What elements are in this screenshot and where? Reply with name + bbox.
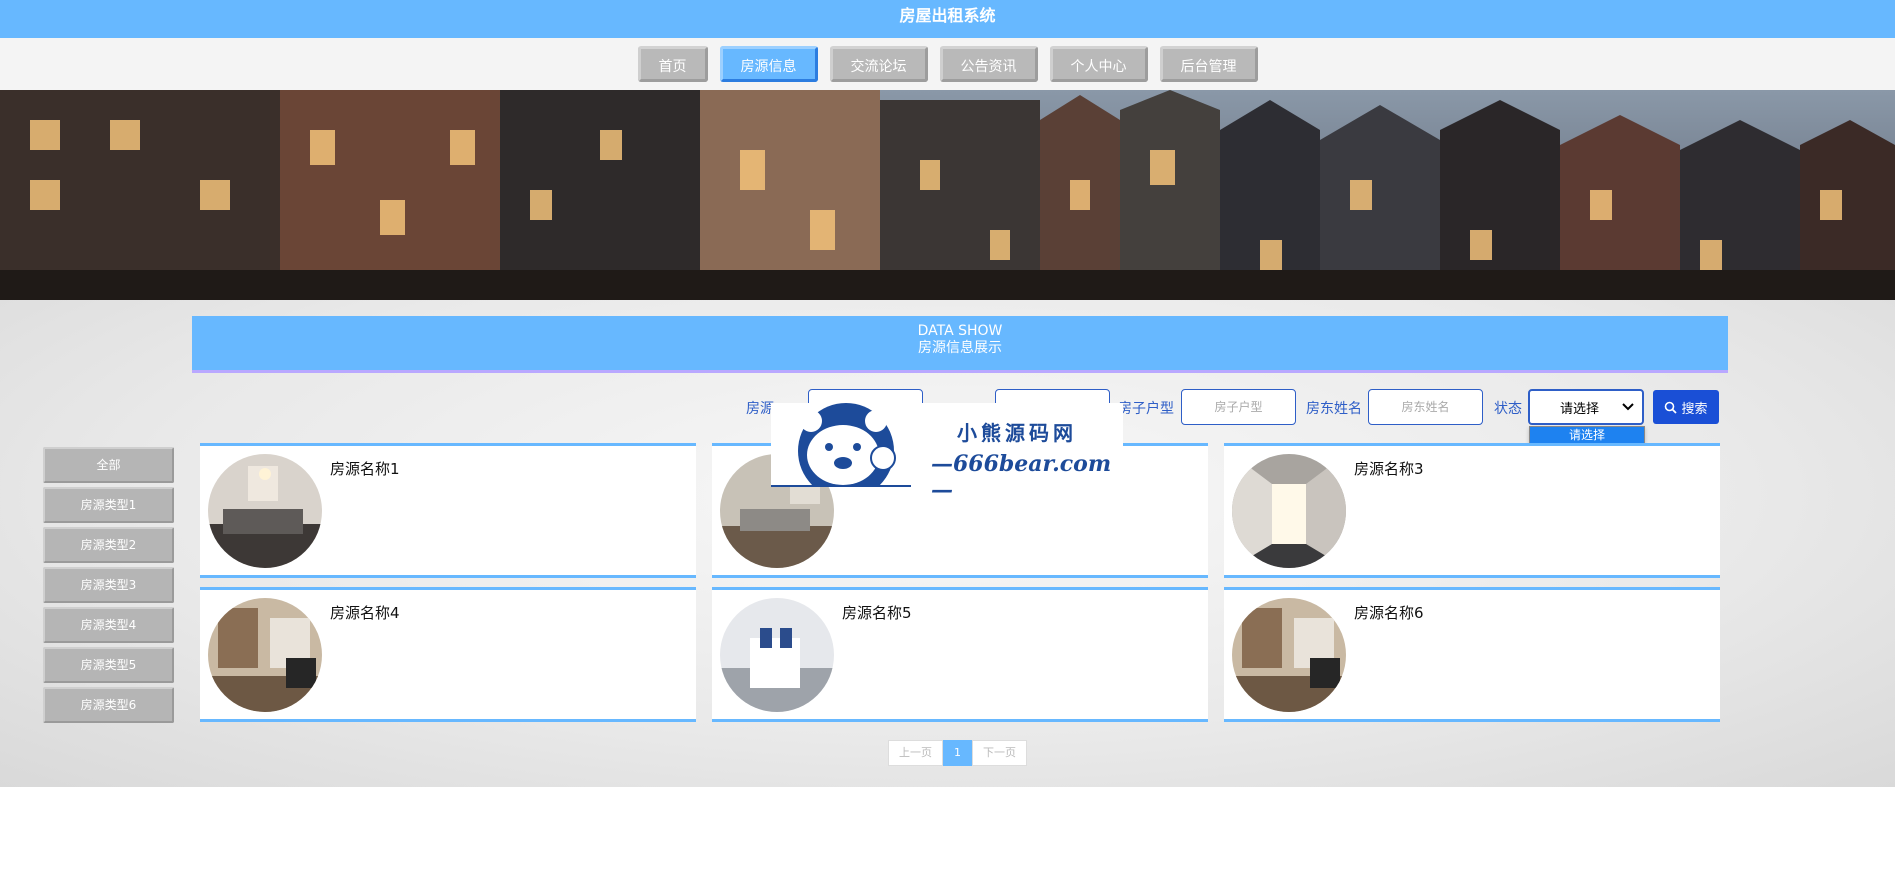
listing-thumbnail xyxy=(208,598,322,712)
current-page[interactable]: 1 xyxy=(943,740,972,766)
main-nav: 首页 房源信息 交流论坛 公告资讯 个人中心 后台管理 xyxy=(0,38,1895,90)
status-select-value: 请选择 xyxy=(1560,401,1600,417)
owner-name-input[interactable] xyxy=(1368,389,1483,425)
listing-thumbnail xyxy=(1232,598,1346,712)
listing-card[interactable]: 房源名称5 xyxy=(712,587,1208,722)
section-title-cn: 房源信息展示 xyxy=(918,340,1002,356)
sidebar-item-all[interactable]: 全部 xyxy=(43,447,174,483)
listing-card[interactable]: 房源名称3 xyxy=(1224,443,1720,578)
owner-name-label: 房东姓名 xyxy=(1306,401,1362,417)
search-button-label: 搜索 xyxy=(1681,401,1708,417)
listing-title: 房源名称6 xyxy=(1354,604,1424,622)
listing-title: 房源名称5 xyxy=(842,604,912,622)
prev-page-button[interactable]: 上一页 xyxy=(888,740,943,766)
status-label: 状态 xyxy=(1494,401,1522,417)
nav-profile[interactable]: 个人中心 xyxy=(1049,46,1148,82)
listing-card[interactable]: 房源名称1 xyxy=(200,443,696,578)
section-title: DATA SHOW 房源信息展示 xyxy=(192,316,1728,373)
listing-card[interactable]: 房源名称6 xyxy=(1224,587,1720,722)
listing-title: 房源名称4 xyxy=(330,604,400,622)
nav-home[interactable]: 首页 xyxy=(637,46,708,82)
building-illustration xyxy=(0,90,1895,300)
nav-forum[interactable]: 交流论坛 xyxy=(829,46,928,82)
bear-logo-icon xyxy=(771,403,911,499)
watermark-logo: 小熊源码网 —666bear.com— xyxy=(771,403,1123,503)
nav-admin[interactable]: 后台管理 xyxy=(1159,46,1258,82)
watermark-line1: 小熊源码网 xyxy=(957,421,1077,445)
listing-thumbnail xyxy=(1232,454,1346,568)
sidebar-item-type3[interactable]: 房源类型3 xyxy=(43,567,174,603)
sidebar-item-type4[interactable]: 房源类型4 xyxy=(43,607,174,643)
listing-card[interactable]: 房源名称4 xyxy=(200,587,696,722)
house-type-input[interactable] xyxy=(1181,389,1296,425)
nav-listings[interactable]: 房源信息 xyxy=(719,46,818,82)
chevron-down-icon xyxy=(1622,403,1634,411)
next-page-button[interactable]: 下一页 xyxy=(972,740,1027,766)
listing-title: 房源名称3 xyxy=(1354,460,1424,478)
pagination: 上一页 1 下一页 xyxy=(888,740,1027,766)
listing-thumbnail xyxy=(720,598,834,712)
listing-title: 房源名称1 xyxy=(330,460,400,478)
house-type-label: 房子户型 xyxy=(1118,401,1174,417)
listing-thumbnail xyxy=(208,454,322,568)
sidebar-item-type6[interactable]: 房源类型6 xyxy=(43,687,174,723)
sidebar-item-type1[interactable]: 房源类型1 xyxy=(43,487,174,523)
nav-news[interactable]: 公告资讯 xyxy=(939,46,1038,82)
search-icon xyxy=(1665,401,1678,414)
house-name-label: 房源 xyxy=(746,401,774,417)
section-title-en: DATA SHOW xyxy=(917,323,1003,339)
sidebar-item-type5[interactable]: 房源类型5 xyxy=(43,647,174,683)
site-title: 房屋出租系统 xyxy=(0,0,1895,38)
search-button[interactable]: 搜索 xyxy=(1653,390,1719,424)
sidebar-item-type2[interactable]: 房源类型2 xyxy=(43,527,174,563)
status-option[interactable]: 请选择 xyxy=(1530,427,1644,444)
watermark-line2: —666bear.com— xyxy=(931,451,1112,503)
status-select[interactable]: 请选择 xyxy=(1528,389,1644,425)
banner-image xyxy=(0,90,1895,300)
